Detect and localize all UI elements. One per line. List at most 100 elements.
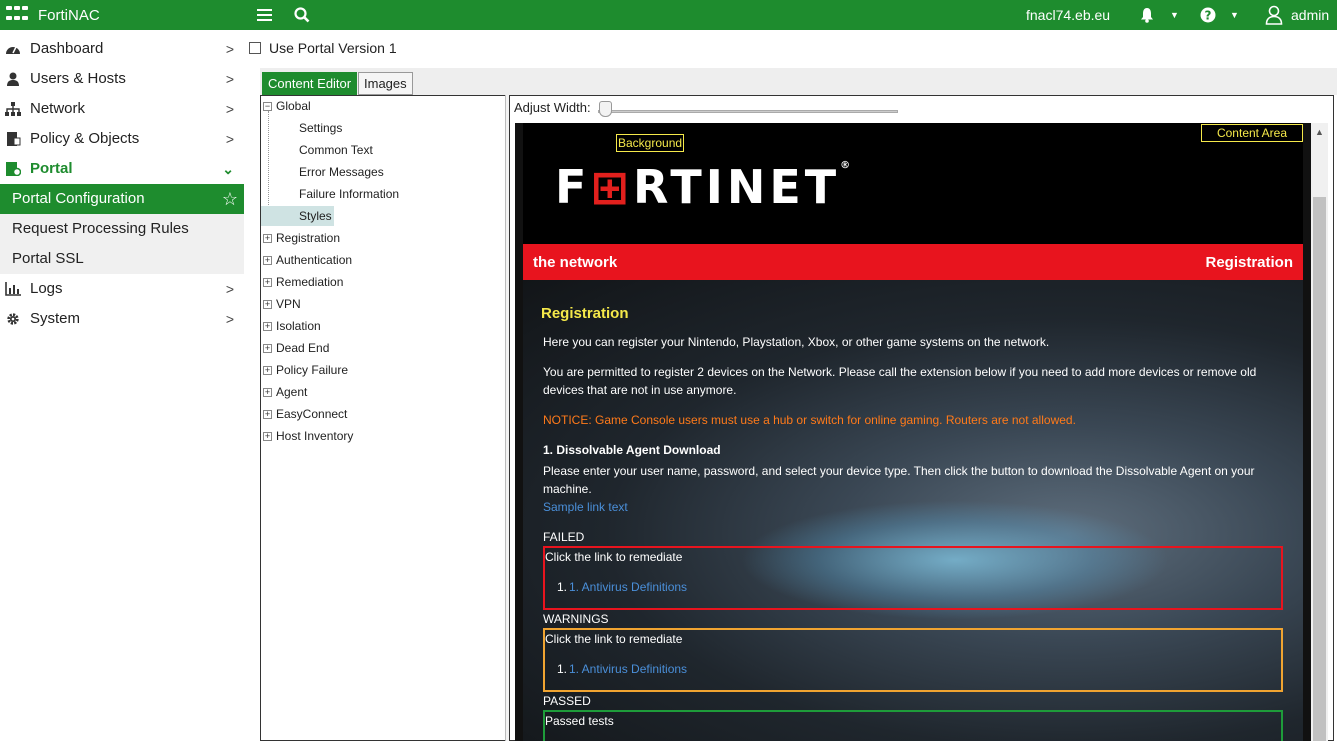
- sidebar-subitem-portal-ssl[interactable]: Portal SSL: [0, 244, 244, 274]
- warnings-remediation-link[interactable]: 1. Antivirus Definitions: [569, 662, 687, 676]
- help-icon[interactable]: ?: [1200, 0, 1216, 30]
- expand-icon[interactable]: +: [263, 278, 272, 288]
- sidebar-item-policy-objects[interactable]: Policy & Objects >: [0, 124, 244, 154]
- sidebar: Dashboard > Users & Hosts > Network > Po…: [0, 34, 244, 334]
- redbar-left-text: the network: [533, 254, 618, 271]
- tree-leaf-styles[interactable]: Styles: [261, 206, 334, 226]
- sidebar-item-label: Network: [30, 100, 86, 117]
- sidebar-item-label: Portal Configuration: [12, 190, 145, 207]
- sample-link[interactable]: Sample link text: [543, 500, 628, 514]
- sidebar-item-logs[interactable]: Logs >: [0, 274, 244, 304]
- warnings-label: WARNINGS: [543, 612, 609, 626]
- portal-version-label: Use Portal Version 1: [269, 40, 397, 56]
- chevron-down-icon[interactable]: ▼: [1230, 0, 1239, 30]
- collapse-icon[interactable]: −: [263, 102, 272, 112]
- hostname: fnacl74.eb.eu: [1026, 7, 1111, 23]
- chevron-down-icon[interactable]: ▼: [1170, 0, 1179, 30]
- tree-node-vpn[interactable]: + VPN: [263, 294, 301, 314]
- chevron-right-icon: >: [225, 41, 234, 57]
- redbar-right-text: Registration: [1205, 254, 1293, 271]
- registration-text-2a: You are permitted to register 2 devices …: [543, 365, 1257, 379]
- policy-icon: [7, 132, 21, 146]
- tree-node-global[interactable]: − Global: [263, 96, 311, 116]
- tree-node-registration[interactable]: + Registration: [263, 228, 340, 248]
- tree-leaf-common-text[interactable]: Common Text: [299, 140, 373, 160]
- fortinac-logo-icon: [6, 6, 28, 24]
- tree-node-host-inventory[interactable]: + Host Inventory: [263, 426, 353, 446]
- tree-leaf-settings[interactable]: Settings: [299, 118, 342, 138]
- tree-node-authentication[interactable]: + Authentication: [263, 250, 352, 270]
- sidebar-item-users-hosts[interactable]: Users & Hosts >: [0, 64, 244, 94]
- sidebar-item-dashboard[interactable]: Dashboard >: [0, 34, 244, 64]
- tab-images[interactable]: Images: [358, 72, 413, 95]
- registration-text-1: Here you can register your Nintendo, Pla…: [543, 335, 1050, 349]
- tree-node-remediation[interactable]: + Remediation: [263, 272, 343, 292]
- sidebar-subitem-request-processing-rules[interactable]: Request Processing Rules: [0, 214, 244, 244]
- adjust-width-slider[interactable]: [598, 110, 898, 113]
- step-heading: 1. Dissolvable Agent Download: [543, 443, 721, 457]
- failed-remediation-link[interactable]: 1. Antivirus Definitions: [569, 580, 687, 594]
- star-icon[interactable]: ☆: [222, 184, 238, 214]
- scroll-up-icon[interactable]: ▲: [1315, 127, 1324, 137]
- sidebar-item-label: Dashboard: [30, 40, 104, 57]
- content-area-label[interactable]: Content Area: [1201, 124, 1303, 142]
- sidebar-item-label: Portal: [30, 160, 73, 177]
- preview-scrollbar[interactable]: ▲: [1311, 123, 1328, 741]
- tree-node-agent[interactable]: + Agent: [263, 382, 307, 402]
- sidebar-item-label: Policy & Objects: [30, 130, 140, 147]
- agent-text-b: machine.: [543, 482, 592, 496]
- failed-list-number: 1.: [557, 580, 568, 594]
- expand-icon[interactable]: +: [263, 234, 272, 244]
- expand-icon[interactable]: +: [263, 322, 272, 332]
- tab-content-editor[interactable]: Content Editor: [262, 72, 358, 95]
- tree-node-dead-end[interactable]: + Dead End: [263, 338, 329, 358]
- expand-icon[interactable]: +: [263, 432, 272, 442]
- app-title: FortiNAC: [38, 6, 100, 24]
- sidebar-item-system[interactable]: System >: [0, 304, 244, 334]
- menu-icon[interactable]: [256, 0, 272, 30]
- expand-icon[interactable]: +: [263, 300, 272, 310]
- portal-icon: [6, 162, 21, 176]
- chevron-right-icon: >: [225, 71, 234, 87]
- bell-icon[interactable]: [1140, 0, 1154, 30]
- notice-text: NOTICE: Game Console users must use a hu…: [543, 413, 1076, 427]
- sidebar-item-label: System: [30, 310, 81, 327]
- slider-handle[interactable]: [599, 101, 612, 117]
- gear-icon: [7, 313, 19, 325]
- search-icon[interactable]: [294, 0, 310, 30]
- chevron-down-icon: ⌄: [222, 161, 234, 177]
- registration-text-2b: devices that are not in use anymore.: [543, 383, 737, 397]
- tree-leaf-failure-information[interactable]: Failure Information: [299, 184, 399, 204]
- tree-node-isolation[interactable]: + Isolation: [263, 316, 321, 336]
- passed-box: [543, 710, 1283, 741]
- sidebar-item-label: Request Processing Rules: [12, 220, 189, 237]
- background-label[interactable]: Background: [616, 134, 685, 152]
- tree-leaf-error-messages[interactable]: Error Messages: [299, 162, 384, 182]
- portal-version-checkbox[interactable]: [249, 42, 261, 54]
- expand-icon[interactable]: +: [263, 410, 272, 420]
- tree-node-policy-failure[interactable]: + Policy Failure: [263, 360, 348, 380]
- top-bar: FortiNAC fnacl74.eb.eu ▼ ? ▼ admin: [0, 0, 1337, 30]
- scrollbar-thumb[interactable]: [1313, 197, 1326, 741]
- sidebar-item-network[interactable]: Network >: [0, 94, 244, 124]
- user-icon[interactable]: [1265, 0, 1283, 30]
- expand-icon[interactable]: +: [263, 388, 272, 398]
- sidebar-subitem-portal-configuration[interactable]: Portal Configuration ☆: [0, 184, 244, 214]
- svg-text:?: ?: [1205, 9, 1212, 23]
- expand-icon[interactable]: +: [263, 256, 272, 266]
- agent-text-a: Please enter your user name, password, a…: [543, 464, 1255, 478]
- portal-red-bar: the network Registration: [523, 244, 1303, 280]
- logs-icon: [5, 282, 21, 296]
- tree-connector: [268, 111, 269, 219]
- brand[interactable]: FortiNAC: [6, 0, 100, 30]
- passed-label: PASSED: [543, 694, 591, 708]
- tree-node-easyconnect[interactable]: + EasyConnect: [263, 404, 347, 424]
- sidebar-item-label: Logs: [30, 280, 63, 297]
- use-portal-version-1[interactable]: Use Portal Version 1: [249, 40, 397, 56]
- username[interactable]: admin: [1291, 0, 1329, 30]
- sidebar-item-portal[interactable]: Portal ⌄: [0, 154, 244, 184]
- network-icon: [5, 102, 21, 116]
- fortinet-logo: F⊞RTINET®: [555, 160, 851, 214]
- expand-icon[interactable]: +: [263, 366, 272, 376]
- expand-icon[interactable]: +: [263, 344, 272, 354]
